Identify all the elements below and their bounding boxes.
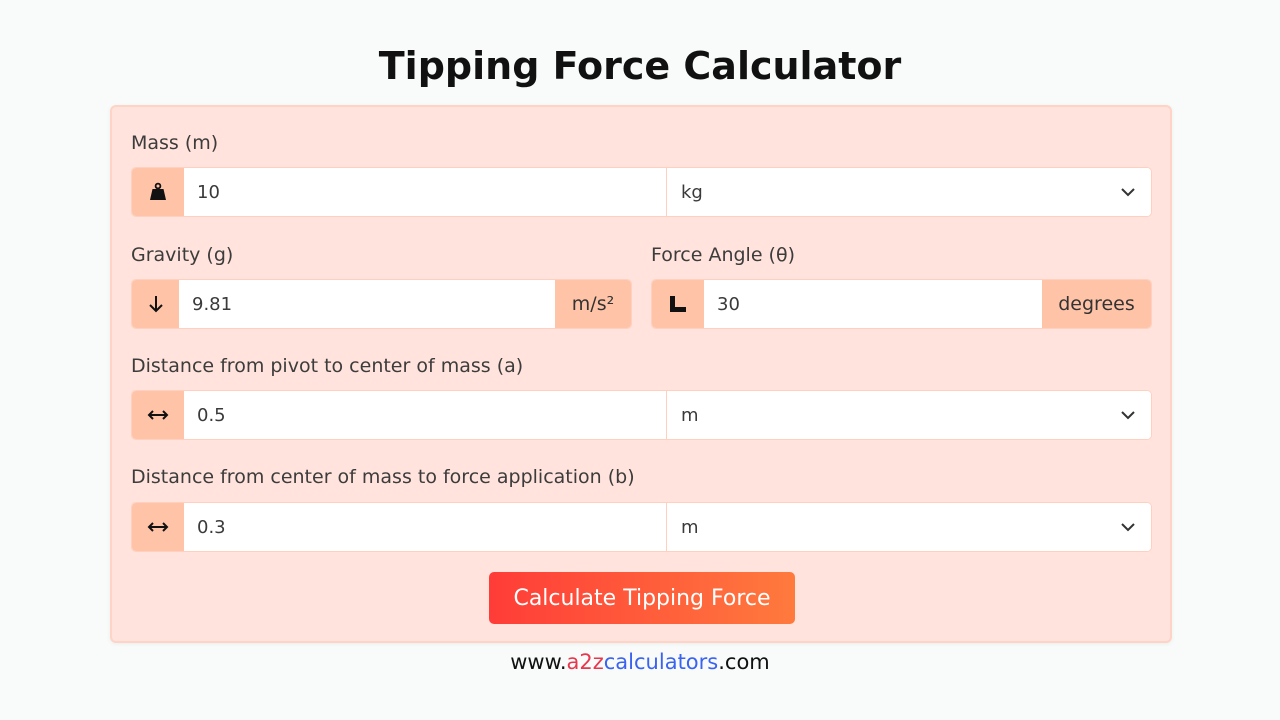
distance-a-field-group: 0.5 m (131, 390, 1152, 440)
gravity-field-group: 9.81 m/s² (131, 279, 632, 329)
weight-icon (132, 168, 184, 216)
footer-prefix: www. (510, 650, 567, 674)
angle-unit: degrees (1042, 280, 1151, 328)
mass-unit-value: kg (681, 181, 703, 203)
ruler-angle-icon (652, 280, 704, 328)
distance-a-unit-select[interactable]: m (666, 391, 1151, 439)
page-title: Tipping Force Calculator (378, 44, 902, 88)
chevron-down-icon (1121, 522, 1135, 531)
footer-website: www.a2zcalculators.com (0, 650, 1280, 674)
distance-b-unit-select[interactable]: m (666, 503, 1151, 551)
mass-field-group: 10 kg (131, 167, 1152, 217)
distance-b-field-group: 0.3 m (131, 502, 1152, 552)
gravity-label: Gravity (g) (131, 244, 234, 266)
distance-a-input[interactable]: 0.5 (184, 391, 666, 439)
angle-label: Force Angle (θ) (651, 244, 796, 266)
gravity-unit: m/s² (555, 280, 631, 328)
footer-brand-rest: calculators (603, 650, 719, 674)
chevron-down-icon (1121, 410, 1135, 419)
distance-b-unit-value: m (681, 516, 699, 538)
chevron-down-icon (1121, 187, 1135, 196)
distance-b-input[interactable]: 0.3 (184, 503, 666, 551)
mass-input[interactable]: 10 (184, 168, 666, 216)
mass-unit-select[interactable]: kg (666, 168, 1151, 216)
distance-b-label: Distance from center of mass to force ap… (131, 466, 635, 488)
footer-suffix: .com (718, 650, 770, 674)
arrow-down-icon (132, 280, 179, 328)
distance-a-label: Distance from pivot to center of mass (a… (131, 355, 524, 377)
mass-label: Mass (m) (131, 132, 219, 154)
distance-a-unit-value: m (681, 404, 699, 426)
angle-field-group: 30 degrees (651, 279, 1152, 329)
calculate-button[interactable]: Calculate Tipping Force (489, 572, 795, 624)
footer-brand-a2z: a2z (566, 650, 604, 674)
footer-brand: a2zcalculators (567, 650, 719, 674)
calculator-card: Mass (m) 10 kg Gravity (g) 9.81 m/s² For… (110, 105, 1172, 643)
arrows-horizontal-icon (132, 503, 184, 551)
arrows-horizontal-icon (132, 391, 184, 439)
gravity-input[interactable]: 9.81 (179, 280, 555, 328)
angle-input[interactable]: 30 (704, 280, 1042, 328)
